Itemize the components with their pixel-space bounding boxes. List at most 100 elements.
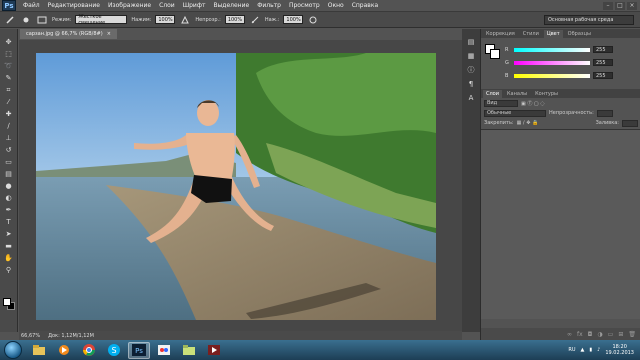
red-slider[interactable] bbox=[514, 47, 590, 52]
info-panel-icon[interactable]: ⓘ bbox=[465, 65, 477, 75]
history-panel-icon[interactable]: ▤ bbox=[465, 37, 477, 47]
properties-panel-icon[interactable]: ▦ bbox=[465, 51, 477, 61]
layer-opacity-input[interactable] bbox=[596, 109, 613, 117]
workspace-select[interactable]: Основная рабочая среда bbox=[544, 14, 634, 25]
move-tool-icon[interactable]: ✥ bbox=[3, 37, 15, 47]
document-size: Док: 1,12M/1,12M bbox=[48, 332, 94, 339]
lasso-tool-icon[interactable]: ➰ bbox=[3, 61, 15, 71]
dodge-tool-icon[interactable]: ◐ bbox=[3, 193, 15, 203]
delete-layer-icon[interactable]: 🗑 bbox=[628, 331, 636, 338]
brush-tool-icon[interactable]: ∕ bbox=[3, 121, 15, 131]
menu-layers[interactable]: Слои bbox=[155, 2, 179, 9]
layer-style-icon[interactable]: fx bbox=[577, 331, 583, 338]
foreground-color-swatch[interactable] bbox=[3, 298, 11, 306]
zoom-tool-icon[interactable]: ⚲ bbox=[3, 265, 15, 275]
photoshop-icon[interactable]: Ps bbox=[128, 341, 150, 359]
marquee-tool-icon[interactable]: ⬚ bbox=[3, 49, 15, 59]
blue-value-input[interactable]: 255 bbox=[593, 72, 613, 79]
opacity-input[interactable]: 100% bbox=[224, 15, 245, 24]
crop-tool-icon[interactable]: ⌗ bbox=[3, 85, 15, 95]
tab-swatches[interactable]: Образцы bbox=[565, 30, 594, 38]
skype-icon[interactable]: S bbox=[103, 342, 125, 359]
brush-tool-icon[interactable] bbox=[4, 15, 16, 25]
paragraph-panel-icon[interactable]: ¶ bbox=[465, 79, 477, 89]
history-brush-tool-icon[interactable]: ↺ bbox=[3, 145, 15, 155]
airbrush-icon[interactable] bbox=[249, 15, 261, 25]
quick-select-tool-icon[interactable]: ✎ bbox=[3, 73, 15, 83]
blur-tool-icon[interactable]: ● bbox=[3, 181, 15, 191]
tab-adjustments[interactable]: Коррекция bbox=[483, 30, 518, 38]
tab-layers[interactable]: Слои bbox=[483, 90, 502, 98]
panels-dock: Коррекция Стили Цвет Образцы R 255 G 255… bbox=[480, 29, 640, 340]
tab-paths[interactable]: Контуры bbox=[532, 90, 561, 98]
adjustment-layer-icon[interactable]: ◑ bbox=[597, 331, 602, 338]
network-icon[interactable]: ▮ bbox=[589, 347, 592, 353]
start-button[interactable] bbox=[4, 341, 22, 359]
brush-panel-toggle-icon[interactable] bbox=[36, 15, 48, 25]
menu-image[interactable]: Изображение bbox=[104, 2, 155, 9]
explorer-icon[interactable] bbox=[28, 342, 50, 359]
beach-photo[interactable] bbox=[36, 53, 436, 320]
gradient-tool-icon[interactable]: ▤ bbox=[3, 169, 15, 179]
blue-slider[interactable] bbox=[514, 73, 590, 78]
folder-icon[interactable] bbox=[178, 342, 200, 359]
add-mask-icon[interactable]: ◘ bbox=[588, 331, 593, 338]
volume-icon[interactable]: ♪ bbox=[597, 347, 600, 353]
link-layers-icon[interactable]: ∞ bbox=[567, 331, 572, 338]
type-tool-icon[interactable]: T bbox=[3, 217, 15, 227]
minimize-icon[interactable]: – bbox=[603, 1, 613, 10]
pressure-size-icon[interactable] bbox=[307, 15, 319, 25]
eyedropper-tool-icon[interactable]: ⁄ bbox=[3, 97, 15, 107]
menu-edit[interactable]: Редактирование bbox=[44, 2, 104, 9]
menu-select[interactable]: Выделение bbox=[209, 2, 253, 9]
pressure-opacity-icon[interactable] bbox=[179, 15, 191, 25]
character-panel-icon[interactable]: A bbox=[465, 93, 477, 103]
green-slider-label: G bbox=[505, 59, 509, 66]
menu-type[interactable]: Шрифт bbox=[179, 2, 210, 9]
menu-view[interactable]: Просмотр bbox=[285, 2, 324, 9]
paint-icon[interactable] bbox=[153, 342, 175, 359]
document-tab[interactable]: сарзан.jpg @ 66,7% (RGB/8#) × bbox=[20, 29, 117, 39]
tray-arrow-icon[interactable]: ▲ bbox=[581, 347, 585, 353]
maximize-icon[interactable]: □ bbox=[615, 1, 625, 10]
menu-file[interactable]: Файл bbox=[19, 2, 44, 9]
menu-help[interactable]: Справка bbox=[348, 2, 382, 9]
pen-tool-icon[interactable]: ✒ bbox=[3, 205, 15, 215]
close-tab-icon[interactable]: × bbox=[107, 31, 111, 37]
lock-icons[interactable]: ▦ ∕ ✥ 🔒 bbox=[517, 120, 539, 126]
hand-tool-icon[interactable]: ✋ bbox=[3, 253, 15, 263]
tab-color[interactable]: Цвет bbox=[543, 30, 563, 38]
tab-styles[interactable]: Стили bbox=[520, 30, 542, 38]
blend-mode-select[interactable]: Обычные bbox=[484, 109, 546, 117]
video-icon[interactable] bbox=[203, 342, 225, 359]
shape-tool-icon[interactable]: ▬ bbox=[3, 241, 15, 251]
clock[interactable]: 18:20 19.02.2013 bbox=[605, 344, 634, 356]
media-player-icon[interactable] bbox=[53, 342, 75, 359]
mode-select[interactable]: Жесткое смешение bbox=[75, 14, 128, 26]
filter-icons[interactable]: ▣ Ⓣ ▢ ◌ bbox=[521, 100, 545, 107]
path-selection-tool-icon[interactable]: ➤ bbox=[3, 229, 15, 239]
layer-kind-filter[interactable]: Вид bbox=[484, 99, 518, 107]
brush-preset-picker[interactable] bbox=[20, 15, 32, 25]
fill-input[interactable] bbox=[622, 119, 638, 127]
green-value-input[interactable]: 255 bbox=[593, 59, 613, 66]
healing-brush-tool-icon[interactable]: ✚ bbox=[3, 109, 15, 119]
flow-input[interactable]: 100% bbox=[283, 15, 304, 24]
tab-channels[interactable]: Каналы bbox=[504, 90, 530, 98]
language-indicator[interactable]: RU bbox=[568, 347, 575, 353]
layers-list[interactable] bbox=[481, 129, 640, 319]
chrome-icon[interactable] bbox=[78, 342, 100, 359]
panel-background-swatch[interactable] bbox=[490, 49, 500, 59]
eraser-tool-icon[interactable]: ▭ bbox=[3, 157, 15, 167]
new-group-icon[interactable]: ▭ bbox=[608, 331, 614, 338]
close-icon[interactable]: × bbox=[627, 1, 637, 10]
clone-stamp-tool-icon[interactable]: ⊥ bbox=[3, 133, 15, 143]
blue-slider-row: B 255 bbox=[505, 72, 613, 79]
new-layer-icon[interactable]: ⊞ bbox=[618, 331, 623, 338]
menu-window[interactable]: Окно bbox=[324, 2, 348, 9]
green-slider[interactable] bbox=[514, 60, 590, 65]
menu-filter[interactable]: Фильтр bbox=[253, 2, 285, 9]
red-value-input[interactable]: 255 bbox=[593, 46, 613, 53]
pressure-input[interactable]: 100% bbox=[155, 15, 176, 24]
zoom-level[interactable]: 66,67% bbox=[21, 333, 40, 339]
